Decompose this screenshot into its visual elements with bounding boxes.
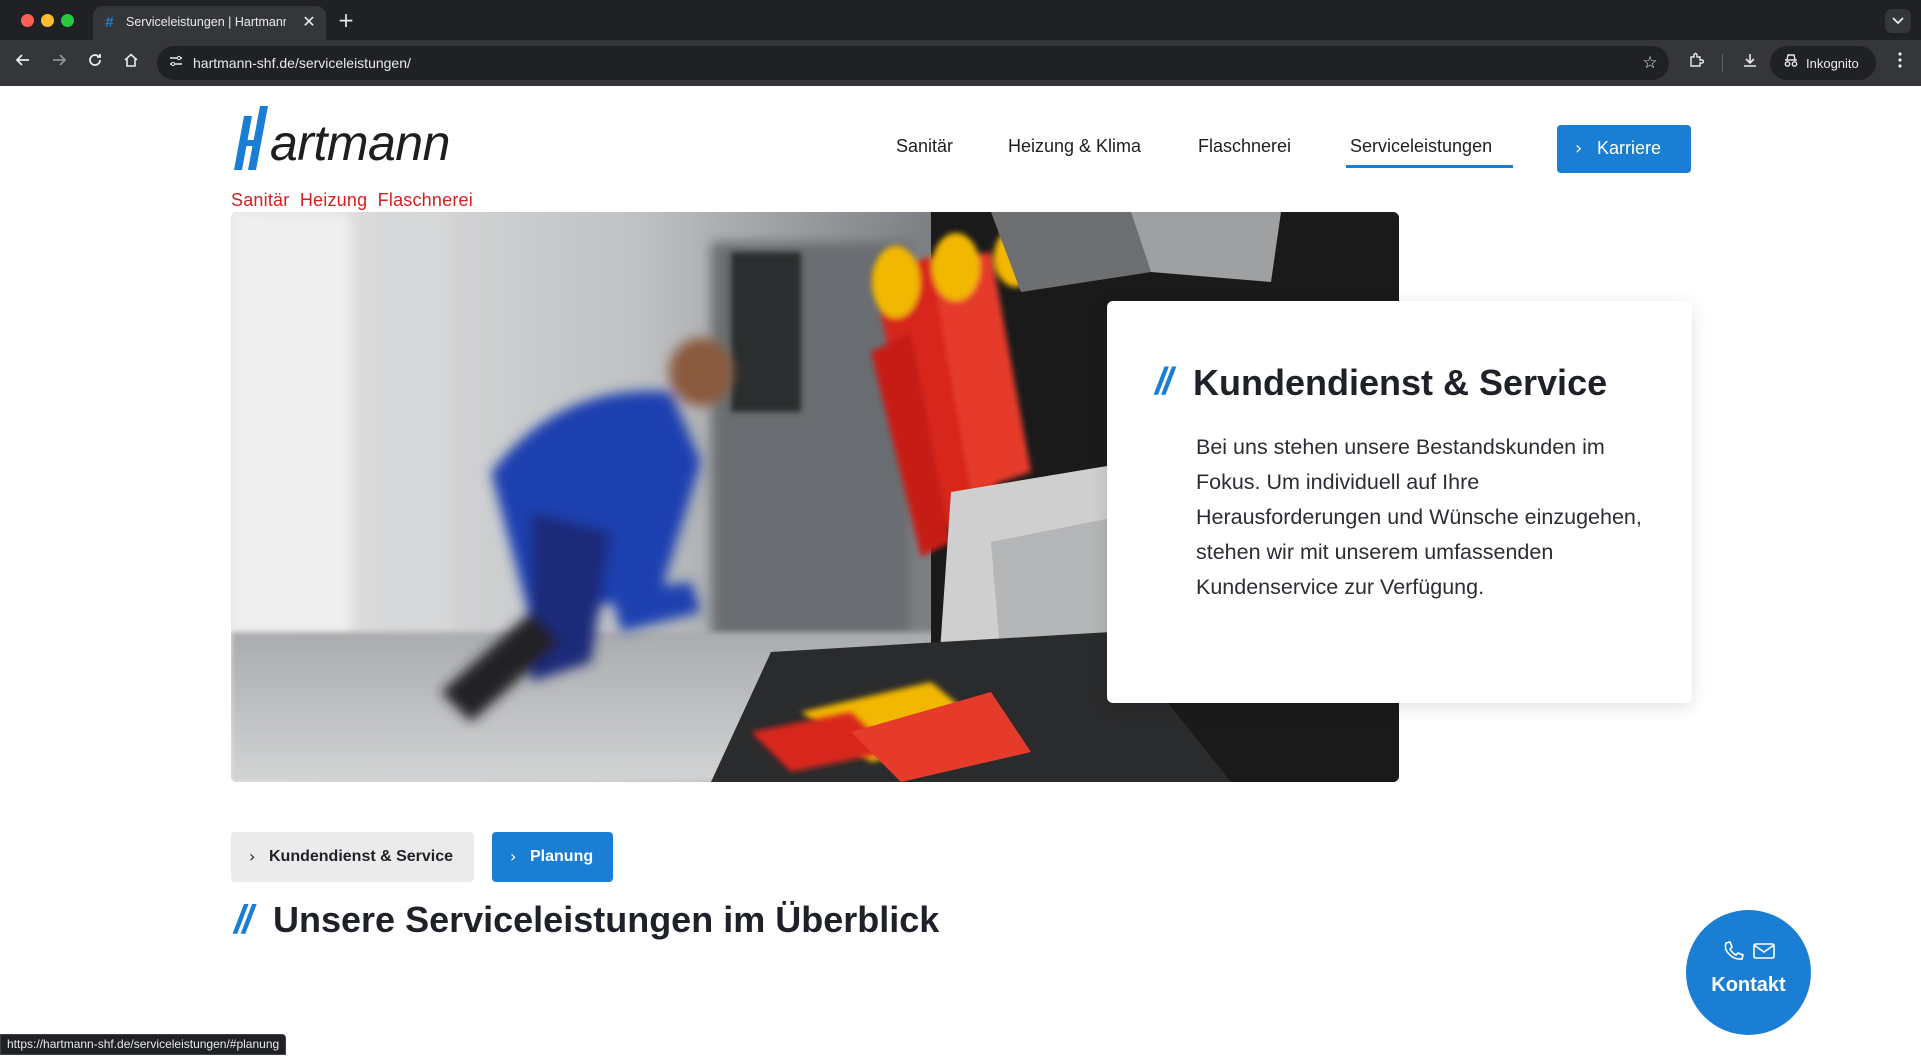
forward-icon bbox=[53, 54, 67, 66]
nav-item-heizung-klima[interactable]: Heizung & Klima bbox=[1008, 136, 1141, 166]
hero-title: Kundendienst & Service bbox=[1193, 362, 1608, 403]
mail-icon bbox=[1753, 943, 1775, 959]
reload-button[interactable] bbox=[82, 50, 108, 76]
new-tab-button[interactable]: + bbox=[336, 9, 356, 31]
phone-icon bbox=[1724, 941, 1744, 960]
contact-icons bbox=[1722, 940, 1778, 962]
browser-toolbar: hartmann-shf.de/serviceleistungen/ ☆ Ink… bbox=[0, 40, 1921, 86]
kontakt-label: Kontakt bbox=[1711, 974, 1786, 996]
chevron-right-icon: › bbox=[249, 847, 256, 866]
incognito-badge[interactable]: Inkognito bbox=[1770, 46, 1876, 80]
logo-wordmark: artmann bbox=[234, 106, 450, 171]
nav-item-sanitaer[interactable]: Sanitär bbox=[896, 136, 953, 166]
back-icon bbox=[15, 54, 29, 66]
logo-tagline: Sanitär Heizung Flaschnerei bbox=[231, 190, 473, 210]
chevron-right-icon: › bbox=[510, 847, 517, 866]
address-bar[interactable]: hartmann-shf.de/serviceleistungen/ ☆ bbox=[157, 46, 1669, 80]
hero-text: Bei uns stehen unsere Bestandskunden im … bbox=[1196, 435, 1642, 599]
browser-tab-active[interactable]: # Serviceleistungen | Hartmann ✕ bbox=[93, 6, 326, 40]
tab-search-button[interactable] bbox=[1885, 9, 1911, 33]
toolbar-divider bbox=[1722, 54, 1723, 72]
menu-icon[interactable] bbox=[1888, 51, 1912, 75]
url-text[interactable]: hartmann-shf.de/serviceleistungen/ bbox=[193, 55, 793, 73]
kundendienst-service-button[interactable]: › Kundendienst & Service bbox=[231, 832, 474, 882]
chevron-right-icon: › bbox=[1575, 138, 1583, 159]
maximize-window-button[interactable] bbox=[61, 14, 74, 27]
bookmark-star-icon[interactable]: ☆ bbox=[1639, 52, 1661, 74]
download-icon[interactable] bbox=[1738, 51, 1762, 75]
incognito-label: Inkognito bbox=[1806, 56, 1859, 71]
incognito-icon bbox=[1782, 54, 1800, 72]
minimize-window-button[interactable] bbox=[41, 14, 54, 27]
home-button[interactable] bbox=[118, 50, 144, 76]
close-window-button[interactable] bbox=[21, 14, 34, 27]
forward-button[interactable] bbox=[46, 50, 72, 76]
karriere-button[interactable]: › Karriere bbox=[1557, 125, 1691, 173]
karriere-label: Karriere bbox=[1597, 138, 1662, 158]
extensions-icon[interactable] bbox=[1684, 51, 1708, 75]
site-favicon-icon: # bbox=[105, 14, 114, 31]
kundendienst-service-label: Kundendienst & Service bbox=[269, 848, 454, 865]
svg-text:artmann: artmann bbox=[270, 115, 450, 171]
tab-close-icon[interactable]: ✕ bbox=[300, 12, 318, 32]
planung-button[interactable]: › Planung bbox=[492, 832, 613, 882]
status-bar-url: https://hartmann-shf.de/serviceleistunge… bbox=[0, 1034, 287, 1055]
card-slashes-decoration: // bbox=[1155, 361, 1173, 403]
chevron-down-icon bbox=[1892, 17, 1904, 25]
back-button[interactable] bbox=[10, 50, 36, 76]
nav-item-flaschnerei[interactable]: Flaschnerei bbox=[1198, 136, 1291, 166]
planung-label: Planung bbox=[530, 848, 594, 865]
web-page: artmann Sanitär Heizung Flaschnerei Sani… bbox=[0, 86, 1921, 1056]
kontakt-fab-button[interactable]: Kontakt bbox=[1686, 910, 1811, 1035]
tab-strip: # Serviceleistungen | Hartmann ✕ + bbox=[0, 0, 1921, 40]
site-settings-icon[interactable] bbox=[167, 54, 185, 72]
section-slashes-decoration: // bbox=[234, 898, 253, 942]
home-icon bbox=[124, 53, 138, 67]
hartmann-logo[interactable]: artmann Sanitär Heizung Flaschnerei bbox=[230, 102, 490, 210]
browser-chrome: # Serviceleistungen | Hartmann ✕ + hartm… bbox=[0, 0, 1921, 86]
hero-info-card: // Kundendienst & Service Bei uns stehen… bbox=[1107, 301, 1692, 703]
active-nav-indicator bbox=[1346, 165, 1513, 168]
section-title: Unsere Serviceleistungen im Überblick bbox=[273, 899, 940, 940]
nav-item-serviceleistungen[interactable]: Serviceleistungen bbox=[1350, 136, 1492, 166]
tab-title: Serviceleistungen | Hartmann bbox=[126, 15, 286, 29]
reload-icon bbox=[89, 54, 101, 66]
